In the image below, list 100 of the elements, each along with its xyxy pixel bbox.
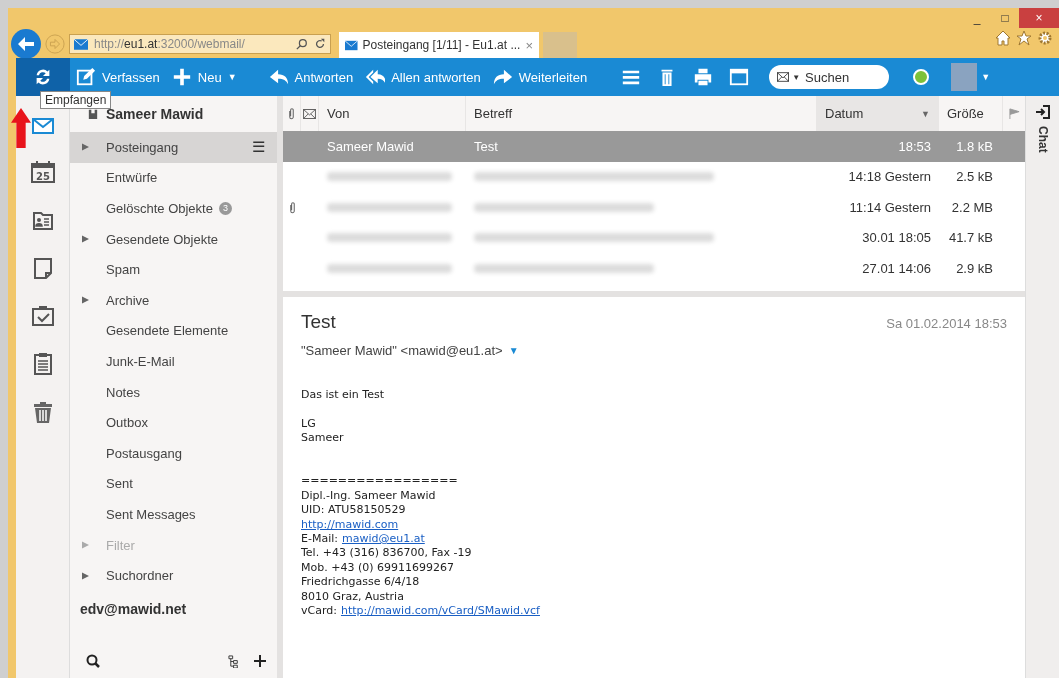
refresh-icon[interactable] [314,38,326,50]
folder-item[interactable]: Entwürfe [70,162,277,194]
message-row[interactable]: 14:18 Gestern 2.5 kB [283,161,1025,192]
folder-item[interactable]: Posteingang ☰ [70,132,277,163]
settings-icon[interactable] [1037,30,1053,46]
search-icon[interactable] [296,38,308,50]
folder-item[interactable]: Junk-E-Mail [70,346,277,377]
date-text: 30.01 18:05 [861,229,932,248]
plus-icon[interactable] [253,654,267,668]
body-text: Mob. +43 (0) 69911699267 [301,560,455,576]
status-dot[interactable] [913,69,930,85]
calendar-icon[interactable]: 25 [29,160,56,184]
link[interactable]: http://mawid.com [301,517,399,532]
folder-label: Sent Messages [106,506,196,522]
subject-text: Test [474,138,498,154]
body-text: E-Mail: [301,532,338,547]
toolbar-button[interactable]: Allen antworten [359,58,487,96]
body-text: Das ist ein Test [301,388,385,403]
address-field[interactable]: http://eu1.at:32000/webmail/ [69,34,331,54]
account-name: Sameer Mawid [106,106,204,122]
size-text: 2.9 kB [955,259,994,278]
search-bar[interactable]: ▼ Suchen [769,65,890,89]
window-icon [729,67,750,87]
folder-label: Spam [106,262,140,278]
folder-item[interactable]: Suchordner [70,560,277,591]
caret-icon[interactable]: ▼ [508,345,519,356]
folder-item[interactable]: Archive [70,284,277,316]
expand-arrow-icon[interactable] [82,235,89,244]
toolbar-button[interactable]: Weiterleiten [486,58,594,96]
folder-label: Posteingang [106,139,179,155]
tab-close-button[interactable]: × [525,37,533,53]
message-row[interactable]: 27.01 14:06 2.9 kB [283,253,1025,284]
printer-icon [693,67,714,87]
maximize-button[interactable]: □ [991,8,1019,28]
chat-label[interactable]: Chat [1035,126,1050,153]
column-header[interactable]: Datum ▼ [817,96,939,131]
folder-label: Gesendete Objekte [106,231,219,247]
tooltip: Empfangen [40,91,112,109]
envelope-icon [345,39,358,51]
flag-icon[interactable] [1008,108,1020,119]
size-text: 2.2 MB [950,198,994,217]
folder-item[interactable]: Notes [70,376,277,408]
size-text: 41.7 kB [947,229,994,248]
body-text: Dipl.-Ing. Sameer Mawid [301,488,437,504]
account-name: edv@mawid.net [79,599,188,619]
folder-item[interactable]: Spam [70,254,277,285]
folder-item[interactable]: Sent [70,468,277,500]
paperclip-icon [288,200,296,214]
folder-item[interactable]: Gesendete Elemente [70,315,277,347]
body-text: LG [301,416,317,432]
folder-label: Filter [106,537,135,553]
folder-label: Suchordner [106,568,174,584]
size-text: 2.5 kB [955,168,994,187]
minimize-button[interactable]: _ [963,8,991,28]
browser-tab[interactable]: Posteingang [1/11] - Eu1.at ... × [339,32,539,58]
folder-menu-button[interactable]: ☰ [252,138,277,157]
toolbar-button[interactable]: Antworten [262,58,360,96]
folder-tree-icon[interactable] [228,654,241,668]
plus-icon [171,67,192,87]
unread-count-badge: 3 [218,202,232,215]
expand-arrow-icon[interactable] [82,296,89,305]
search-icon[interactable] [86,654,100,668]
folder-label: Archive [106,292,150,308]
link[interactable]: http://mawid.com/vCard/SMawid.vcf [340,604,540,619]
envelope-icon[interactable] [303,108,316,119]
folder-item[interactable]: Postausgang [70,437,277,469]
star-icon[interactable] [1016,30,1032,46]
search-field[interactable]: Suchen [803,68,878,86]
folder-label: Outbox [106,415,148,431]
folder-label: Gesendete Elemente [106,323,229,339]
body-text: ================= [301,474,459,489]
message-row[interactable]: 30.01 18:05 41.7 kB [283,222,1025,253]
date-text: 14:18 Gestern [847,168,932,187]
message-row[interactable]: 11:14 Gestern 2.2 MB [283,192,1025,223]
folder-item[interactable]: Gesendete Objekte [70,223,277,255]
folder-label: Sent [106,476,133,492]
url-text: http://eu1.at:32000/webmail/ [94,37,246,51]
close-button[interactable]: × [1019,8,1059,28]
refresh-button[interactable] [16,58,70,96]
link[interactable]: mawid@eu1.at [342,532,425,547]
home-icon[interactable] [995,30,1011,46]
body-text: UID: ATU58150529 [301,503,407,518]
body-text: 8010 Graz, Austria [301,589,405,605]
expand-arrow-icon[interactable] [82,571,89,580]
back-icon[interactable] [11,29,41,59]
folder-label: Junk-E-Mail [106,353,175,369]
folder-item[interactable]: Gelöschte Objekte 3 [70,193,277,224]
body-text: Friedrichgasse 6/4/18 [301,575,421,590]
sender-address: "Sameer Mawid" <mawid@eu1.at> [301,343,503,358]
message-subject: Test [301,311,336,333]
toolbar-button[interactable]: Neu ▼ [165,58,243,96]
message-date: Sa 01.02.2014 18:53 [886,316,1007,331]
envelope-icon [74,38,88,50]
sign-in-icon[interactable] [1034,104,1051,120]
expand-arrow-icon[interactable] [82,143,89,152]
folder-item[interactable]: Sent Messages [70,499,277,530]
paperclip-icon[interactable] [288,107,295,120]
task-icon[interactable] [29,304,56,328]
folder-item[interactable]: Outbox [70,407,277,438]
date-text: 11:14 Gestern [848,198,932,217]
